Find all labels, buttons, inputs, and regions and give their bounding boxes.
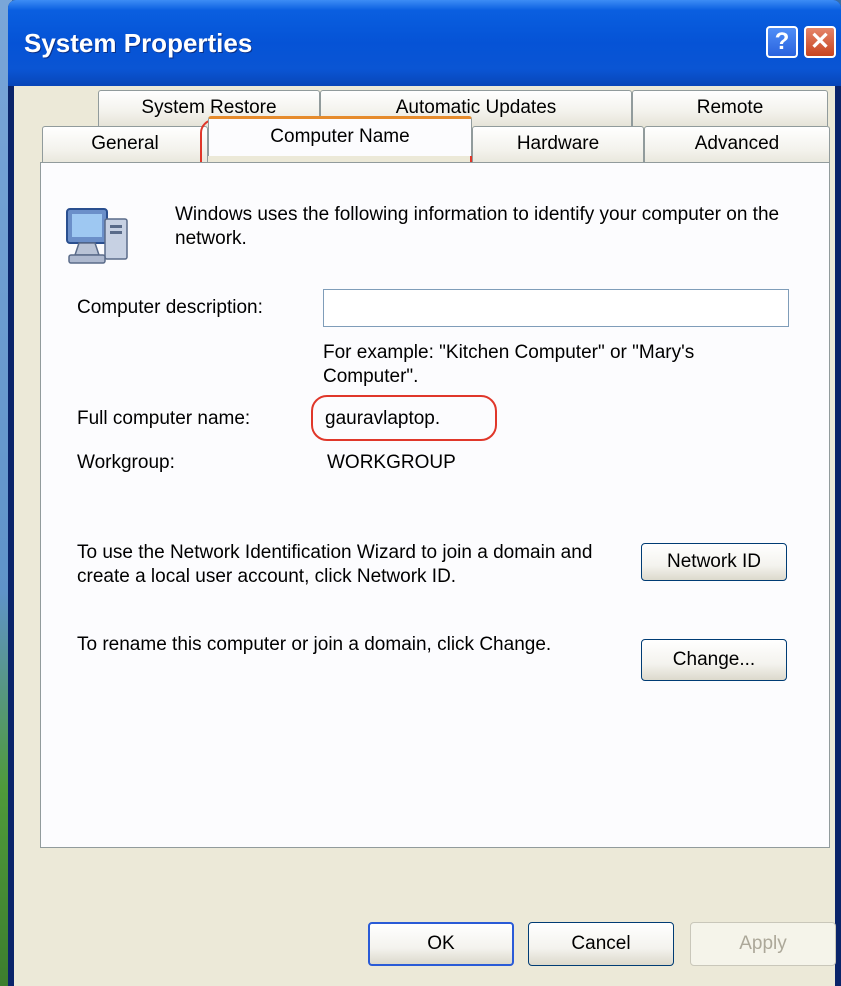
help-icon[interactable]: ? <box>766 26 798 58</box>
tab-computer-name[interactable]: Computer Name <box>208 116 472 156</box>
network-id-button[interactable]: Network ID <box>641 543 787 581</box>
network-id-text: To use the Network Identification Wizard… <box>77 542 593 587</box>
close-icon[interactable]: ✕ <box>804 26 836 58</box>
computer-description-label: Computer description: <box>77 297 263 318</box>
full-computer-name-value: gauravlaptop. <box>325 408 441 429</box>
full-computer-name-label: Full computer name: <box>77 408 251 429</box>
description-example-text: For example: "Kitchen Computer" or "Mary… <box>323 342 695 387</box>
workgroup-label: Workgroup: <box>77 452 175 473</box>
title-bar[interactable]: System Properties ? ✕ <box>8 0 841 86</box>
tab-hardware[interactable]: Hardware <box>472 126 644 166</box>
computer-icon <box>66 208 128 264</box>
computer-description-input[interactable] <box>323 289 789 327</box>
dialog-body: System Restore Automatic Updates Remote … <box>14 86 836 986</box>
tab-remote[interactable]: Remote <box>632 90 828 126</box>
computer-name-panel: Windows uses the following information t… <box>40 162 830 848</box>
intro-text: Windows uses the following information t… <box>175 204 780 249</box>
system-properties-window: System Properties ? ✕ System Restore Aut… <box>8 0 841 986</box>
change-text: To rename this computer or join a domain… <box>77 634 552 655</box>
workgroup-value: WORKGROUP <box>327 452 456 473</box>
change-button[interactable]: Change... <box>641 639 787 681</box>
cancel-button[interactable]: Cancel <box>528 922 674 966</box>
ok-button[interactable]: OK <box>368 922 514 966</box>
tab-advanced[interactable]: Advanced <box>644 126 830 166</box>
apply-button[interactable]: Apply <box>690 922 836 966</box>
window-title: System Properties <box>24 28 253 58</box>
tab-general[interactable]: General <box>42 126 208 166</box>
